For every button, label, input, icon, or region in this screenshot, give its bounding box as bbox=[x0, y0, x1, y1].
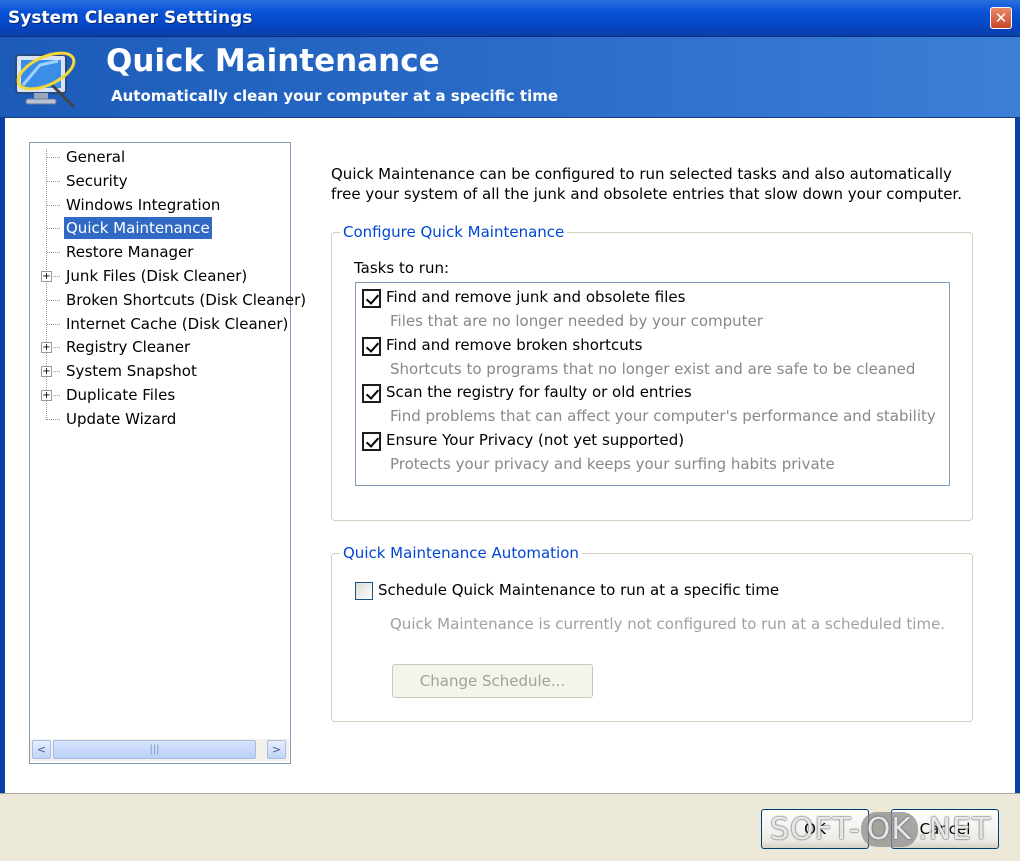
tree-connector-branch bbox=[47, 157, 61, 158]
task-checkbox[interactable] bbox=[362, 384, 381, 403]
expand-icon[interactable]: + bbox=[41, 390, 52, 401]
window-title: System Cleaner Setttings bbox=[8, 8, 253, 28]
expand-icon[interactable]: + bbox=[41, 366, 52, 378]
task-checkbox[interactable] bbox=[362, 336, 381, 356]
task-checkbox[interactable] bbox=[362, 289, 381, 308]
task-description: Find problems that can affect your compu… bbox=[390, 407, 936, 425]
task-checkbox[interactable] bbox=[362, 431, 381, 451]
expand-icon[interactable]: + bbox=[41, 271, 52, 282]
scroll-left-button[interactable]: < bbox=[32, 740, 51, 759]
tree-item-label: Update Wizard bbox=[66, 409, 177, 428]
tree-connector-branch bbox=[47, 299, 61, 301]
tasks-label: Tasks to run: bbox=[354, 259, 450, 277]
tree-connector-branch bbox=[47, 204, 61, 206]
tree-item-label: Broken Shortcuts (Disk Cleaner) bbox=[66, 290, 307, 309]
watermark-right: .NET bbox=[918, 812, 992, 847]
tree-connector-branch bbox=[47, 323, 61, 325]
tree-item-label: Internet Cache (Disk Cleaner) bbox=[66, 314, 289, 333]
watermark-mid: OK bbox=[860, 812, 919, 847]
task-name[interactable]: Find and remove junk and obsolete files bbox=[386, 288, 685, 306]
configure-group-title: Configure Quick Maintenance bbox=[340, 222, 568, 242]
tree-connector-branch bbox=[47, 180, 61, 182]
scroll-right-button[interactable]: > bbox=[267, 740, 286, 759]
expand-icon[interactable]: + bbox=[41, 342, 52, 354]
tree-item-label: Junk Files (Disk Cleaner) bbox=[66, 267, 248, 285]
tree-horizontal-scrollbar[interactable]: < ||| > bbox=[30, 739, 289, 761]
page-subtitle: Automatically clean your computer at a s… bbox=[111, 87, 559, 105]
scroll-thumb[interactable]: ||| bbox=[53, 740, 256, 759]
window-frame-right bbox=[1015, 37, 1020, 861]
monitor-cleaner-icon bbox=[15, 51, 76, 109]
watermark-left: SOFT- bbox=[770, 812, 861, 847]
page-title: Quick Maintenance bbox=[106, 43, 440, 79]
change-schedule-button[interactable]: Change Schedule... bbox=[392, 664, 593, 698]
task-description: Shortcuts to programs that no longer exi… bbox=[390, 359, 916, 378]
settings-tree[interactable]: General Security Windows Integration Quick … bbox=[29, 142, 306, 764]
tree-item-label: Restore Manager bbox=[66, 243, 194, 262]
schedule-status: Quick Maintenance is currently not confi… bbox=[390, 615, 946, 633]
task-name[interactable]: Ensure Your Privacy (not yet supported) bbox=[386, 431, 684, 449]
task-name[interactable]: Find and remove broken shortcuts bbox=[386, 336, 642, 354]
tree-item-label: Quick Maintenance bbox=[64, 217, 212, 240]
tasks-list: Find and remove junk and obsolete files F… bbox=[355, 282, 950, 486]
task-description: Files that are no longer needed by your … bbox=[390, 312, 763, 330]
automation-group-title: Quick Maintenance Automation bbox=[340, 543, 582, 563]
header-banner: Quick Maintenance Automatically clean yo… bbox=[0, 37, 1020, 118]
tree-connector bbox=[46, 149, 47, 421]
tree-item-label: Duplicate Files bbox=[66, 386, 176, 404]
tree-item-label: Registry Cleaner bbox=[66, 338, 191, 357]
tree-connector-branch bbox=[47, 418, 61, 420]
schedule-label[interactable]: Schedule Quick Maintenance to run at a s… bbox=[378, 581, 779, 599]
schedule-checkbox[interactable] bbox=[355, 582, 373, 600]
tree-connector-branch bbox=[47, 228, 61, 230]
task-description: Protects your privacy and keeps your sur… bbox=[390, 454, 835, 473]
tree-item-label: Windows Integration bbox=[66, 195, 221, 214]
tree-connector-branch bbox=[47, 252, 61, 254]
title-bar: System Cleaner Setttings ✕ bbox=[0, 0, 1020, 37]
tree-item-label: Security bbox=[66, 171, 128, 190]
close-button[interactable]: ✕ bbox=[990, 7, 1012, 29]
watermark: SOFT- OK .NET bbox=[770, 812, 991, 847]
task-name[interactable]: Scan the registry for faulty or old entr… bbox=[386, 383, 692, 401]
section-description: Quick Maintenance can be configured to r… bbox=[331, 165, 962, 203]
tree-item-label: System Snapshot bbox=[66, 362, 197, 381]
tree-item-label: General bbox=[66, 148, 126, 166]
